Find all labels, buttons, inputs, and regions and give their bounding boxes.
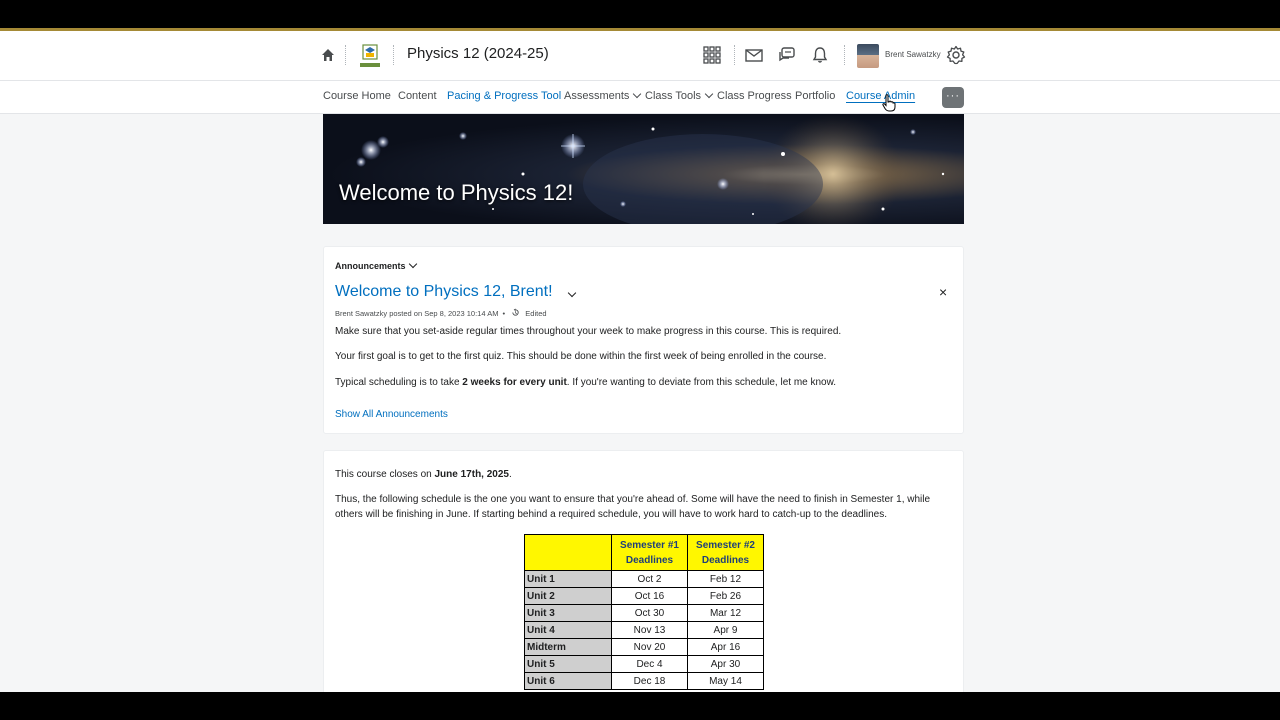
unit-cell: Unit 2 [524,587,612,605]
edited-label: Edited [525,309,547,318]
semester-2-deadline: Apr 30 [687,655,764,673]
chevron-down-icon[interactable] [408,259,418,269]
avatar[interactable] [857,44,879,68]
grid-apps-icon[interactable] [702,45,722,65]
semester-1-deadline: Oct 30 [611,604,688,622]
announcement-meta: Brent Sawatzky posted on Sep 8, 2023 10:… [335,308,547,318]
unit-cell: Midterm [524,638,612,656]
nav-class-tools-label: Class Tools [645,90,702,102]
unit-cell: Unit 4 [524,621,612,639]
semester-2-deadline: Apr 9 [687,621,764,639]
chevron-down-icon [704,89,714,99]
nav-course-admin[interactable]: Course Admin [846,90,915,102]
table-row: Unit 2 Oct 16 Feb 26 [524,587,764,605]
bell-icon[interactable] [810,45,830,65]
semester-2-deadline: Feb 26 [687,587,764,605]
table-header-row: Semester #1 Deadlines Semester #2 Deadli… [524,534,764,571]
history-icon [512,308,519,316]
semester-1-deadline: Dec 4 [611,655,688,673]
nav-assessments-label: Assessments [564,90,630,102]
semester-2-deadline: Mar 12 [687,604,764,622]
schedule-widget: This course closes on June 17th, 2025. T… [323,450,964,700]
show-all-announcements-link[interactable]: Show All Announcements [335,409,448,420]
hand-cursor-icon [882,94,896,112]
nav-course-home[interactable]: Course Home [323,90,391,102]
semester-1-deadline: Dec 18 [611,672,688,690]
text-span: . If you're wanting to deviate from this… [566,377,837,388]
nav-pacing-progress-tool[interactable]: Pacing & Progress Tool [447,90,561,102]
more-nav-button[interactable]: ··· [942,87,964,108]
semester-1-deadline: Oct 16 [611,587,688,605]
text-span: This course closes on [335,469,435,480]
announcement-paragraph: Make sure that you set-aside regular tim… [335,326,842,337]
semester-1-deadline: Oct 2 [611,570,688,588]
table-row: Unit 3 Oct 30 Mar 12 [524,604,764,622]
deadline-table: Semester #1 Deadlines Semester #2 Deadli… [524,534,764,690]
table-header-semester-1: Semester #1 Deadlines [611,534,688,571]
announcements-widget: Announcements Welcome to Physics 12, Bre… [323,246,964,434]
announcement-posted-info: Brent Sawatzky posted on Sep 8, 2023 10:… [335,309,499,318]
text-bold: 2 weeks for every unit [462,377,567,388]
semester-1-deadline: Nov 20 [611,638,688,656]
announcements-label: Announcements [335,261,406,271]
table-header-blank [524,534,612,571]
bottom-black-bar [0,692,1280,720]
discussions-icon[interactable] [777,45,797,65]
announcement-title-link[interactable]: Welcome to Physics 12, Brent! [335,283,553,301]
mail-icon[interactable] [744,45,764,65]
close-icon[interactable]: × [939,284,947,300]
course-navbar: Course Home Content Pacing & Progress To… [0,81,1280,114]
chevron-down-icon[interactable] [567,288,577,298]
text-span: . [508,469,512,480]
gear-icon[interactable] [946,45,966,65]
announcement-paragraph: Typical scheduling is to take 2 weeks fo… [335,377,836,388]
chevron-down-icon [633,89,642,99]
unit-cell: Unit 6 [524,672,612,690]
semester-2-deadline: Feb 12 [687,570,764,588]
table-row: Unit 1 Oct 2 Feb 12 [524,570,764,588]
nav-portfolio[interactable]: Portfolio [795,90,835,102]
unit-cell: Unit 3 [524,604,612,622]
table-row: Unit 6 Dec 18 May 14 [524,672,764,690]
course-banner: Welcome to Physics 12! [323,114,964,224]
semester-2-deadline: Apr 16 [687,638,764,656]
unit-cell: Unit 1 [524,570,612,588]
school-logo-icon[interactable] [356,42,384,70]
top-black-bar [0,0,1280,28]
nav-class-tools[interactable]: Class Tools [645,89,714,102]
banner-title: Welcome to Physics 12! [339,180,574,205]
schedule-paragraph: Thus, the following schedule is the one … [335,494,931,505]
schedule-paragraph: others will be finishing in June. If sta… [335,509,887,520]
semester-1-deadline: Nov 13 [611,621,688,639]
header-separator [844,45,845,65]
table-row: Unit 5 Dec 4 Apr 30 [524,655,764,673]
user-name[interactable]: Brent Sawatzky [885,50,941,59]
course-close-text: This course closes on June 17th, 2025. [335,469,512,480]
course-title[interactable]: Physics 12 (2024-25) [407,45,549,62]
announcement-paragraph: Your first goal is to get to the first q… [335,351,827,362]
home-icon[interactable] [320,47,336,63]
table-header-semester-2: Semester #2 Deadlines [687,534,764,571]
text-bold: June 17th, 2025 [434,469,509,480]
header-separator [393,45,394,65]
nav-content[interactable]: Content [398,90,437,102]
header-separator [734,45,735,65]
nav-assessments[interactable]: Assessments [564,89,642,102]
table-row: Unit 4 Nov 13 Apr 9 [524,621,764,639]
semester-2-deadline: May 14 [687,672,764,690]
nav-class-progress[interactable]: Class Progress [717,90,792,102]
header: Physics 12 (2024-25) Brent Sawatzky [0,31,1280,81]
table-row: Midterm Nov 20 Apr 16 [524,638,764,656]
starfield-image [356,114,945,224]
header-separator [345,45,346,65]
unit-cell: Unit 5 [524,655,612,673]
text-span: Typical scheduling is to take [335,377,463,388]
